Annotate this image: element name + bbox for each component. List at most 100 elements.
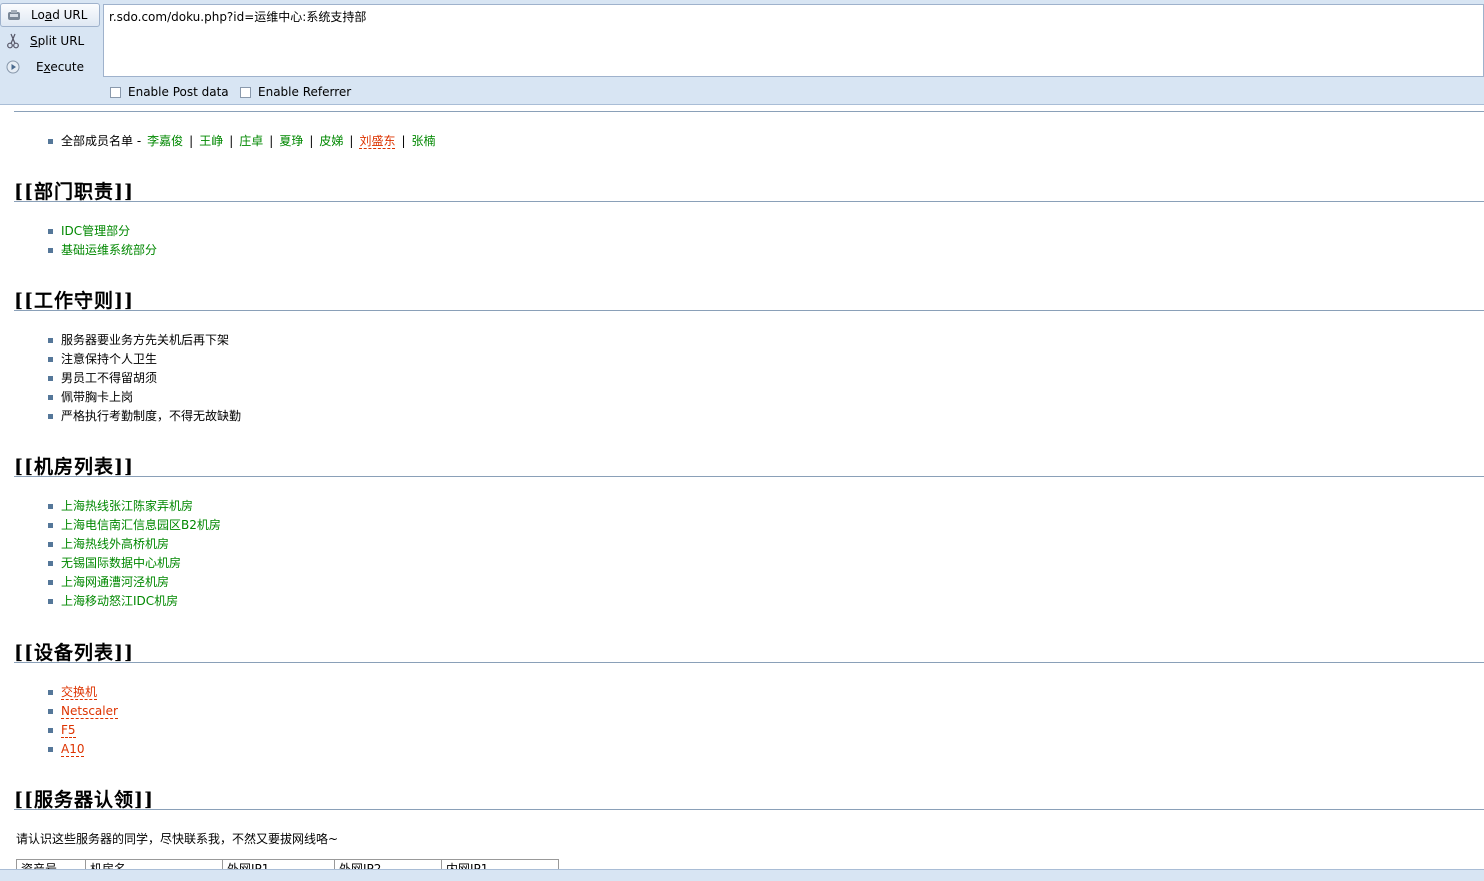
enable-post-label: Enable Post data — [128, 85, 229, 99]
rule-text: 男员工不得留胡须 — [61, 371, 158, 385]
list-item: 基础运维系统部分 — [48, 241, 157, 260]
rule-text: 严格执行考勤制度，不得无故缺勤 — [61, 409, 242, 423]
device-link-missing[interactable]: Netscaler — [61, 704, 118, 719]
load-url-button[interactable]: Load URL — [0, 3, 100, 27]
section-heading-rooms: [[机房列表]] — [14, 456, 134, 478]
devices-list: 交换机 Netscaler F5 A10 — [48, 683, 118, 759]
rules-list: 服务器要业务方先关机后再下架 注意保持个人卫生 男员工不得留胡须 佩带胸卡上岗 … — [48, 331, 241, 426]
list-item: Netscaler — [48, 702, 118, 721]
device-link-missing[interactable]: F5 — [61, 723, 76, 738]
bullet-icon — [48, 690, 53, 695]
bullet-icon — [48, 338, 53, 343]
duty-link[interactable]: 基础运维系统部分 — [61, 241, 157, 260]
status-bar — [0, 869, 1484, 881]
bullet-icon — [48, 229, 53, 234]
bullet-icon — [48, 728, 53, 733]
list-item: IDC管理部分 — [48, 222, 157, 241]
rooms-list: 上海热线张江陈家弄机房 上海电信南汇信息园区B2机房 上海热线外高桥机房 无锡国… — [48, 497, 221, 611]
members-list: 全部成员名单 - 李嘉俊 | 王峥 | 庄卓 | 夏琤 | 皮娣 | 刘盛东 | 张楠 — [48, 132, 436, 151]
bullet-icon — [48, 561, 53, 566]
rule-text: 注意保持个人卫生 — [61, 352, 158, 366]
section-heading-devices: [[设备列表]] — [14, 642, 134, 664]
servers-note: 请认识这些服务器的同学，尽快联系我，不然又要拔网线咯~ — [16, 832, 339, 846]
separator: | — [189, 134, 194, 148]
heading-rule — [14, 809, 1484, 810]
execute-button[interactable]: Execute — [0, 55, 100, 79]
heading-rule — [14, 662, 1484, 663]
member-link[interactable]: 王峥 — [199, 132, 223, 151]
device-link-missing[interactable]: 交换机 — [61, 685, 98, 700]
section-heading-rules: [[工作守则]] — [14, 290, 134, 312]
enable-referrer-label: Enable Referrer — [258, 85, 352, 99]
enable-post-box[interactable] — [110, 86, 121, 98]
scissors-icon — [5, 33, 21, 49]
separator: | — [269, 134, 274, 148]
bullet-icon — [48, 599, 53, 604]
execute-label: Execute — [36, 60, 85, 74]
device-link-missing[interactable]: A10 — [61, 742, 85, 757]
member-link-missing[interactable]: 刘盛东 — [359, 134, 396, 149]
enable-referrer-box[interactable] — [240, 86, 251, 98]
member-link[interactable]: 夏琤 — [279, 132, 303, 151]
bullet-icon — [48, 139, 53, 144]
bullet-icon — [48, 357, 53, 362]
section-heading-servers: [[服务器认领]] — [14, 789, 154, 811]
separator: | — [401, 134, 406, 148]
list-item: 上海电信南汇信息园区B2机房 — [48, 516, 221, 535]
bullet-icon — [48, 414, 53, 419]
bullet-icon — [48, 542, 53, 547]
room-link[interactable]: 上海电信南汇信息园区B2机房 — [61, 516, 221, 535]
heading-rule — [14, 476, 1484, 477]
list-item: 注意保持个人卫生 — [48, 350, 241, 369]
separator: | — [229, 134, 234, 148]
room-link[interactable]: 上海热线外高桥机房 — [61, 535, 169, 554]
bullet-icon — [48, 504, 53, 509]
split-url-button[interactable]: Split URL — [0, 29, 100, 53]
bullet-icon — [48, 376, 53, 381]
separator: | — [349, 134, 354, 148]
list-item: 上海移动怒江IDC机房 — [48, 592, 221, 611]
heading-rule — [14, 201, 1484, 202]
bullet-icon — [48, 747, 53, 752]
play-icon — [5, 59, 21, 75]
members-label: 全部成员名单 - — [61, 134, 142, 148]
list-item: 严格执行考勤制度，不得无故缺勤 — [48, 407, 241, 426]
room-link[interactable]: 上海热线张江陈家弄机房 — [61, 497, 193, 516]
bullet-icon — [48, 523, 53, 528]
section-heading-duties: [[部门职责]] — [14, 181, 134, 203]
duty-link[interactable]: IDC管理部分 — [61, 222, 130, 241]
list-item: 全部成员名单 - 李嘉俊 | 王峥 | 庄卓 | 夏琤 | 皮娣 | 刘盛东 | 张楠 — [48, 132, 436, 151]
member-link[interactable]: 庄卓 — [239, 132, 263, 151]
bullet-icon — [48, 580, 53, 585]
hackbar-toolbar: Load URL Split URL Execute r.sdo.com/dok… — [0, 0, 1484, 105]
room-link[interactable]: 无锡国际数据中心机房 — [61, 554, 181, 573]
separator: | — [309, 134, 314, 148]
list-item: F5 — [48, 721, 118, 740]
list-item: 交换机 — [48, 683, 118, 702]
enable-post-checkbox[interactable]: Enable Post data — [110, 85, 229, 99]
enable-referrer-checkbox[interactable]: Enable Referrer — [240, 85, 351, 99]
load-url-icon — [6, 7, 22, 23]
rule-text: 佩带胸卡上岗 — [61, 390, 134, 404]
room-link[interactable]: 上海网通漕河泾机房 — [61, 573, 169, 592]
list-item: A10 — [48, 740, 118, 759]
list-item: 服务器要业务方先关机后再下架 — [48, 331, 241, 350]
list-item: 上海网通漕河泾机房 — [48, 573, 221, 592]
list-item: 无锡国际数据中心机房 — [48, 554, 221, 573]
duties-list: IDC管理部分 基础运维系统部分 — [48, 222, 157, 260]
room-link[interactable]: 上海移动怒江IDC机房 — [61, 592, 178, 611]
list-item: 男员工不得留胡须 — [48, 369, 241, 388]
member-link[interactable]: 李嘉俊 — [147, 132, 183, 151]
heading-rule — [14, 111, 1484, 112]
list-item: 上海热线外高桥机房 — [48, 535, 221, 554]
member-link[interactable]: 张楠 — [412, 132, 436, 151]
heading-rule — [14, 310, 1484, 311]
member-link[interactable]: 皮娣 — [319, 132, 343, 151]
bullet-icon — [48, 709, 53, 714]
load-url-label: Load URL — [31, 8, 88, 22]
list-item: 佩带胸卡上岗 — [48, 388, 241, 407]
split-url-label: Split URL — [30, 34, 85, 48]
list-item: 上海热线张江陈家弄机房 — [48, 497, 221, 516]
bullet-icon — [48, 395, 53, 400]
url-textarea[interactable]: r.sdo.com/doku.php?id=运维中心:系统支持部 — [103, 4, 1484, 77]
